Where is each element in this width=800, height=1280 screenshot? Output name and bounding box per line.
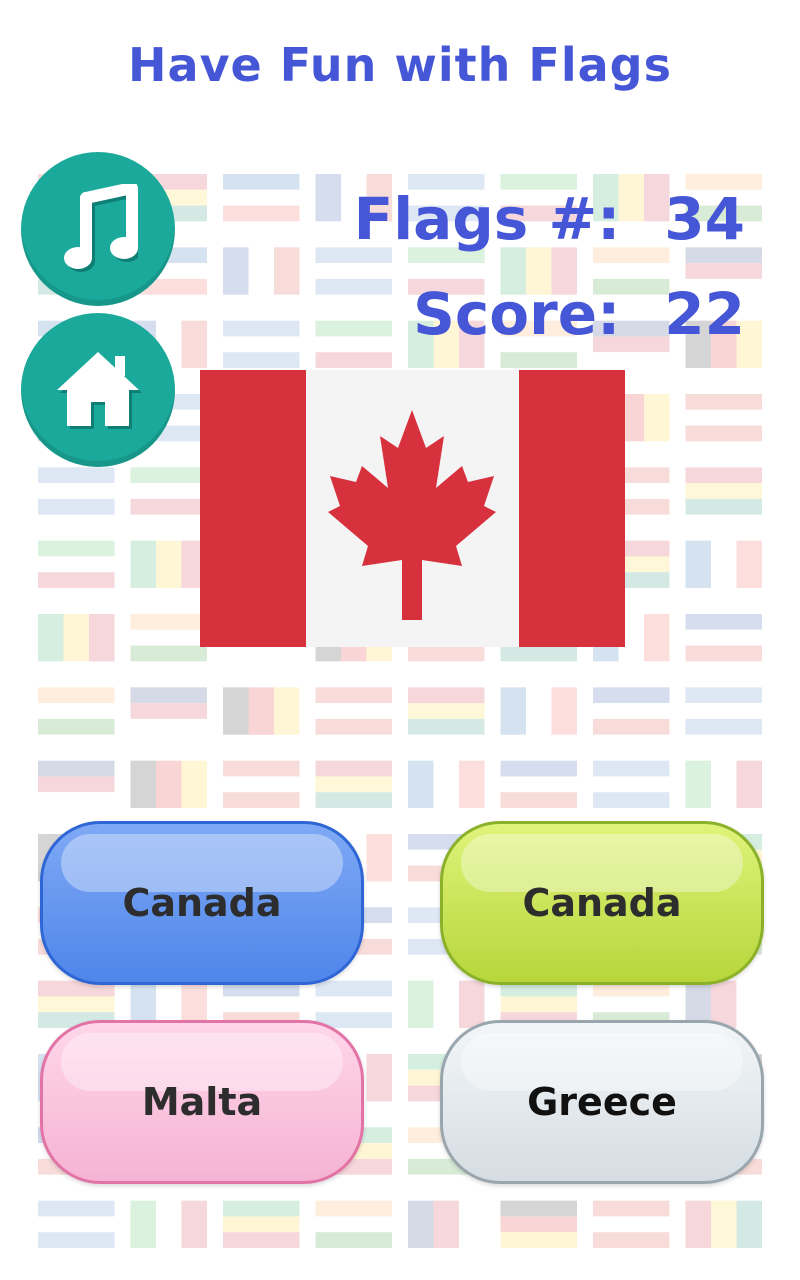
flags-label: Flags #: xyxy=(353,185,621,253)
score-counter: Score: 22 xyxy=(413,280,745,348)
answer-label-1: Canada xyxy=(122,881,282,925)
answer-label-4: Greece xyxy=(527,1080,677,1124)
flags-counter: Flags #: 34 xyxy=(354,185,745,253)
app-title: Have Fun with Flags xyxy=(128,38,672,92)
answer-label-2: Canada xyxy=(522,881,682,925)
answer-button-2[interactable]: Canada xyxy=(440,821,764,985)
music-button[interactable] xyxy=(21,152,175,306)
answer-button-3[interactable]: Malta xyxy=(40,1020,364,1184)
flags-value: 34 xyxy=(664,185,745,253)
answer-button-4[interactable]: Greece xyxy=(440,1020,764,1184)
answer-label-3: Malta xyxy=(141,1080,263,1124)
score-label: Score: xyxy=(413,280,621,348)
music-note-icon xyxy=(64,184,138,272)
home-button[interactable] xyxy=(21,313,175,467)
answer-button-1[interactable]: Canada xyxy=(40,821,364,985)
home-icon xyxy=(57,352,142,429)
question-flag-canada xyxy=(200,370,625,647)
score-value: 22 xyxy=(664,280,745,348)
